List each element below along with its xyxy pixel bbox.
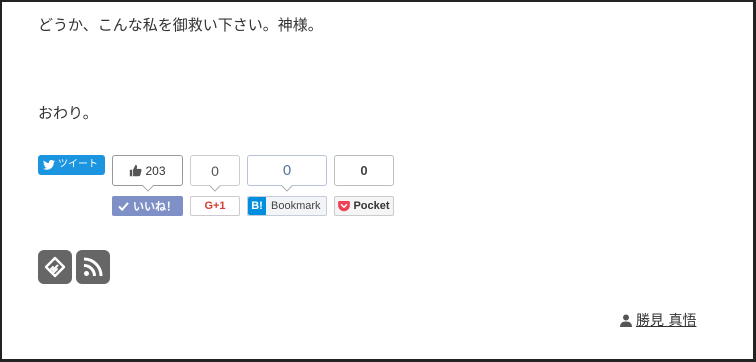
hatena-count-bubble: 0 xyxy=(247,155,327,186)
like-count: 203 xyxy=(145,163,166,178)
gplus-count: 0 xyxy=(211,162,219,179)
body-paragraph: どうか、こんな私を御救い下さい。神様。 xyxy=(38,16,323,34)
hatena-label: Bookmark xyxy=(271,200,321,212)
like-label: いいね！ xyxy=(133,201,177,213)
author-link[interactable]: 勝見 真悟 xyxy=(636,310,696,330)
pocket-label: Pocket xyxy=(353,200,390,212)
author-byline: 勝見 真悟 xyxy=(620,310,696,330)
check-icon xyxy=(118,201,129,211)
like-count-bubble: 203 xyxy=(112,155,183,186)
hatena-icon: B! xyxy=(248,197,266,215)
user-icon xyxy=(620,314,632,327)
pocket-icon xyxy=(338,200,351,211)
rss-icon[interactable] xyxy=(76,250,110,284)
hatena-bookmark-button[interactable]: B! Bookmark xyxy=(247,196,327,216)
rss-glyph xyxy=(83,257,103,277)
pocket-count-bubble: 0 xyxy=(334,155,394,186)
body-paragraph-end: おわり。 xyxy=(38,104,98,122)
pocket-button[interactable]: Pocket xyxy=(334,196,394,216)
feedly-glyph xyxy=(44,256,66,278)
like-button[interactable]: いいね！ xyxy=(112,196,183,216)
gplus-button[interactable]: G+1 xyxy=(190,196,240,216)
tweet-button[interactable]: ツイート xyxy=(38,155,105,175)
twitter-bird-icon xyxy=(43,160,55,170)
pocket-count: 0 xyxy=(360,163,368,178)
feedly-icon[interactable] xyxy=(38,250,72,284)
gplus-label: G+1 xyxy=(204,200,226,212)
tweet-label: ツイート xyxy=(58,159,98,170)
hatena-count: 0 xyxy=(282,162,292,179)
gplus-count-bubble: 0 xyxy=(190,155,240,186)
thumbs-up-icon xyxy=(130,164,143,177)
